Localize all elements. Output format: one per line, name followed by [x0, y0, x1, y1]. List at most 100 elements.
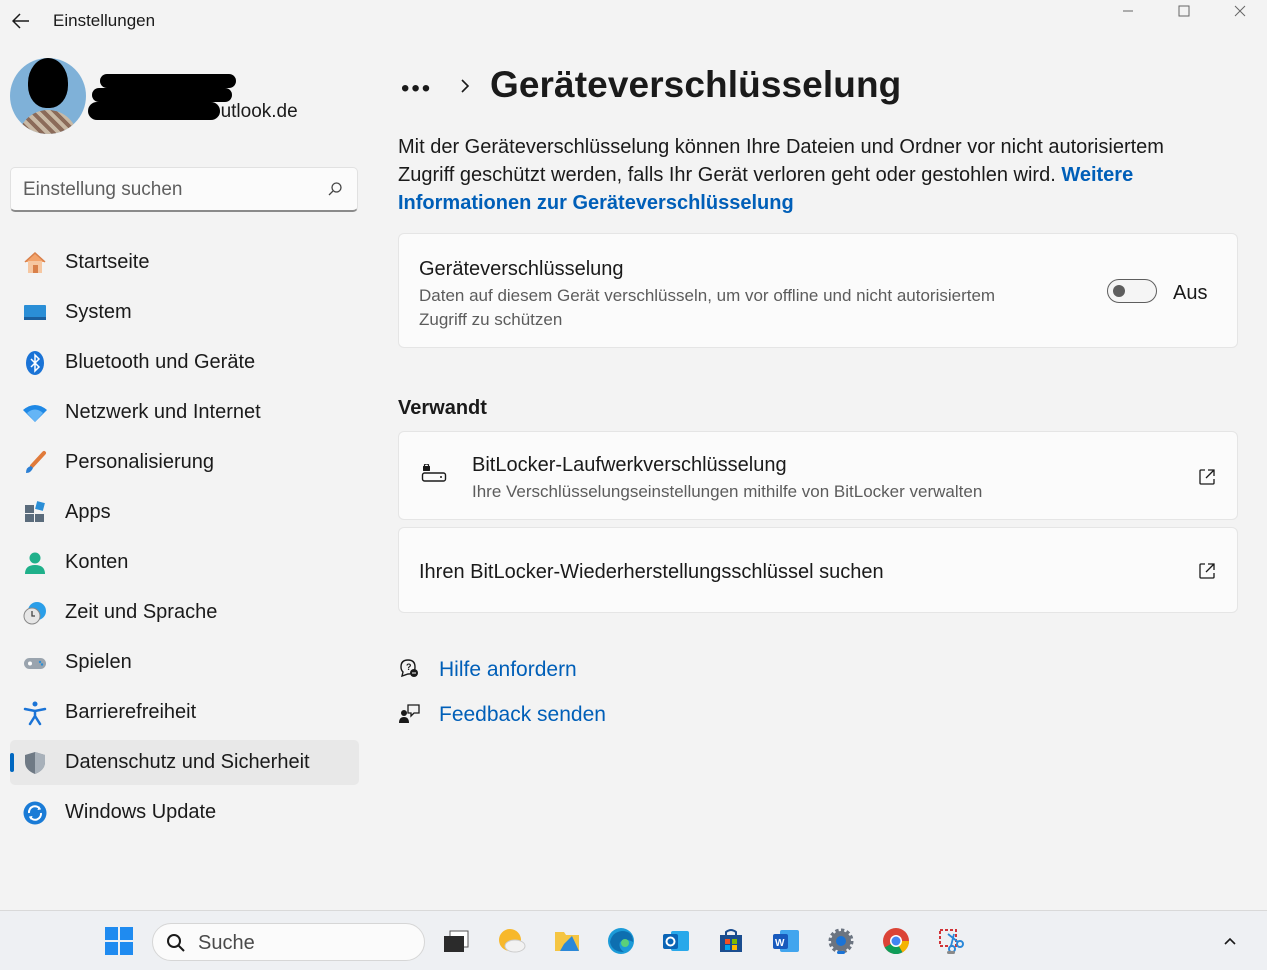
- sidebar-item-label: Barrierefreiheit: [65, 701, 197, 723]
- taskbar-search-label: Suche: [198, 932, 255, 954]
- arrow-left-icon: [12, 13, 29, 29]
- weather-widget[interactable]: [495, 925, 527, 957]
- edge-icon: [608, 928, 634, 954]
- taskbar-search[interactable]: Suche: [152, 923, 425, 961]
- monitor-icon: [22, 300, 48, 326]
- minimize-icon: [1123, 10, 1133, 12]
- task-view-icon: [444, 930, 469, 952]
- avatar-redaction: [28, 58, 68, 108]
- file-explorer-icon: [555, 932, 579, 951]
- maximize-button[interactable]: [1164, 0, 1204, 22]
- sidebar-item-windows-update[interactable]: Windows Update: [10, 790, 359, 835]
- bitlocker-title: BitLocker-Laufwerkverschlüsselung: [472, 454, 787, 476]
- update-icon: [22, 800, 48, 826]
- search-icon: [328, 182, 342, 196]
- sidebar-item-label: Personalisierung: [65, 451, 214, 473]
- svg-text:?: ?: [406, 662, 412, 672]
- search-icon: [167, 934, 185, 952]
- close-button[interactable]: [1220, 0, 1260, 22]
- sidebar-item-accessibility[interactable]: Barrierefreiheit: [10, 690, 359, 735]
- sidebar-nav: Startseite System Bluetooth und Geräte N…: [10, 240, 359, 840]
- recovery-key-title: Ihren BitLocker-Wiederherstellungsschlüs…: [419, 561, 884, 583]
- word-icon: W: [773, 930, 799, 952]
- maximize-icon: [1178, 5, 1190, 17]
- help-chat-icon: ?: [400, 659, 418, 678]
- encryption-card-title: Geräteverschlüsselung: [419, 258, 624, 280]
- avatar-shirt: [18, 110, 78, 134]
- tray-overflow-button[interactable]: [1214, 925, 1246, 957]
- sidebar-item-startseite[interactable]: Startseite: [10, 240, 359, 285]
- settings-search[interactable]: [10, 167, 358, 212]
- open-external-icon: [1199, 469, 1215, 485]
- sidebar-item-label: Bluetooth und Geräte: [65, 351, 256, 373]
- redaction-mark: [100, 74, 236, 88]
- sidebar-item-apps[interactable]: Apps: [10, 490, 359, 535]
- sidebar-item-label: Datenschutz und Sicherheit: [65, 751, 310, 773]
- app-title: Einstellungen: [53, 11, 156, 30]
- send-feedback-link[interactable]: Feedback senden: [439, 703, 606, 727]
- page-title: Geräteverschlüsselung: [490, 64, 902, 105]
- sidebar-item-gaming[interactable]: Spielen: [10, 640, 359, 685]
- sidebar-item-label: Spielen: [65, 651, 132, 673]
- start-button[interactable]: [103, 925, 135, 957]
- sidebar-item-bluetooth[interactable]: Bluetooth und Geräte: [10, 340, 359, 385]
- store-icon: [720, 929, 742, 952]
- sidebar-item-privacy-security[interactable]: Datenschutz und Sicherheit: [10, 740, 359, 785]
- taskbar: Suche W: [0, 910, 1267, 970]
- related-heading: Verwandt: [398, 397, 487, 419]
- svg-text:W: W: [775, 938, 785, 949]
- minimize-button[interactable]: [1108, 0, 1148, 22]
- open-indicator: [947, 951, 955, 954]
- active-indicator: [837, 951, 845, 954]
- sidebar-item-personalization[interactable]: Personalisierung: [10, 440, 359, 485]
- bitlocker-card[interactable]: BitLocker-Laufwerkverschlüsselung Ihre V…: [398, 431, 1238, 520]
- recovery-key-card[interactable]: Ihren BitLocker-Wiederherstellungsschlüs…: [398, 527, 1238, 613]
- gamepad-icon: [22, 650, 48, 676]
- sidebar-item-network[interactable]: Netzwerk und Internet: [10, 390, 359, 435]
- avatar[interactable]: [10, 58, 86, 134]
- device-encryption-card: Geräteverschlüsselung Daten auf diesem G…: [398, 233, 1238, 348]
- user-email-text: outlook.de: [210, 101, 298, 122]
- chrome-button[interactable]: [880, 925, 912, 957]
- sidebar-item-label: Netzwerk und Internet: [65, 401, 261, 423]
- bitlocker-description: Ihre Verschlüsselungseinstellungen mithi…: [472, 482, 983, 501]
- edge-button[interactable]: [605, 925, 637, 957]
- sidebar-item-label: Windows Update: [65, 801, 217, 823]
- outlook-button[interactable]: [660, 925, 692, 957]
- redaction-mark: [88, 102, 220, 120]
- chrome-icon: [883, 928, 910, 955]
- redaction-mark: [92, 88, 232, 102]
- file-explorer-button[interactable]: [551, 925, 583, 957]
- drive-lock-icon: [421, 464, 447, 482]
- word-button[interactable]: W: [770, 925, 802, 957]
- task-view-button[interactable]: [440, 925, 472, 957]
- chevron-right-icon: [461, 79, 470, 93]
- sidebar-item-accounts[interactable]: Konten: [10, 540, 359, 585]
- clock-globe-icon: [22, 600, 48, 626]
- sidebar-item-label: Konten: [65, 551, 129, 573]
- intro-paragraph: Mit der Geräteverschlüsselung können Ihr…: [398, 133, 1218, 217]
- breadcrumb-more-button[interactable]: •••: [401, 75, 432, 103]
- home-icon: [22, 250, 48, 276]
- person-icon: [22, 550, 48, 576]
- chevron-up-icon: [1224, 937, 1236, 945]
- store-button[interactable]: [715, 925, 747, 957]
- sidebar-item-label: Startseite: [65, 251, 150, 273]
- intro-text: Mit der Geräteverschlüsselung können Ihr…: [398, 136, 1164, 186]
- brush-icon: [22, 450, 48, 476]
- sidebar-item-system[interactable]: System: [10, 290, 359, 335]
- toggle-state-label: Aus: [1173, 282, 1208, 304]
- snipping-tool-button[interactable]: [935, 925, 967, 957]
- sidebar-item-label: Zeit und Sprache: [65, 601, 218, 623]
- search-input[interactable]: [23, 176, 313, 204]
- back-button[interactable]: [10, 10, 32, 32]
- sidebar-item-time-language[interactable]: Zeit und Sprache: [10, 590, 359, 635]
- settings-button[interactable]: [825, 925, 857, 957]
- title-bar: Einstellungen: [0, 0, 1267, 44]
- start-icon: [105, 927, 133, 955]
- outlook-icon: [663, 931, 689, 951]
- encryption-toggle[interactable]: [1107, 279, 1157, 303]
- get-help-link[interactable]: Hilfe anfordern: [439, 658, 577, 682]
- sidebar-item-label: Apps: [65, 501, 111, 523]
- sidebar-item-label: System: [65, 301, 132, 323]
